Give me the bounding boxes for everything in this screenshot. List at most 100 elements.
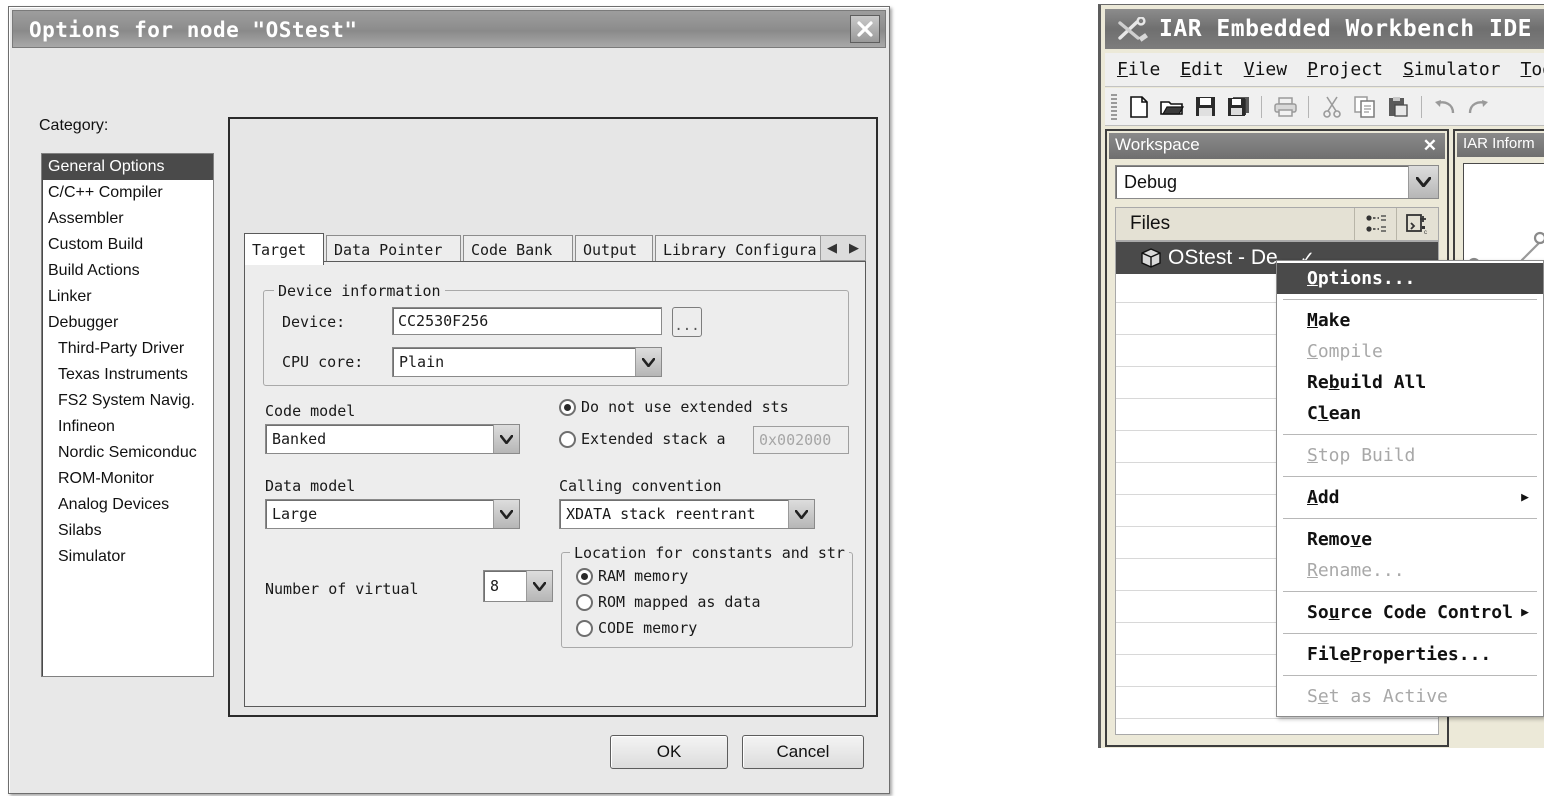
toolbar-separator xyxy=(1261,95,1262,118)
category-item-simulator[interactable]: Simulator xyxy=(42,544,213,570)
tab-code-bank[interactable]: Code Bank xyxy=(463,235,573,263)
build-status-icon[interactable]: c xyxy=(1396,208,1438,240)
workspace-files-header: Files c xyxy=(1115,207,1439,241)
category-item-fs2-system-navigator[interactable]: FS2 System Navig. xyxy=(42,388,213,414)
submenu-arrow-icon: ▶ xyxy=(1521,605,1529,620)
cpu-core-select[interactable]: Plain xyxy=(392,347,662,377)
menu-tools[interactable]: Tool xyxy=(1521,59,1544,80)
radio-rom-mapped-as-data[interactable]: ROM mapped as data xyxy=(576,593,761,611)
code-model-value: Banked xyxy=(272,430,327,448)
tab-label: Target xyxy=(252,240,307,259)
device-information-title: Device information xyxy=(274,282,445,300)
copy-icon xyxy=(1350,92,1380,122)
category-item-label: Simulator xyxy=(58,548,126,565)
category-item-build-actions[interactable]: Build Actions xyxy=(42,258,213,284)
close-icon[interactable] xyxy=(850,15,880,43)
category-item-general-options[interactable]: General Options xyxy=(42,154,213,180)
radio-indicator xyxy=(559,430,576,448)
category-item-nordic-semiconductor[interactable]: Nordic Semiconduc xyxy=(42,440,213,466)
paste-icon xyxy=(1383,92,1413,122)
open-folder-icon[interactable] xyxy=(1157,92,1187,122)
menu-separator xyxy=(1283,633,1537,634)
category-item-third-party-driver[interactable]: Third-Party Driver xyxy=(42,336,213,362)
radio-do-not-use-extended-stack[interactable]: Do not use extended sts xyxy=(559,398,789,416)
ide-menubar: File Edit View Project Simulator Tool xyxy=(1105,53,1544,87)
workspace-config-select[interactable]: Debug xyxy=(1115,165,1439,199)
toolbar-grip[interactable] xyxy=(1111,93,1117,120)
menu-separator xyxy=(1283,518,1537,519)
category-item-assembler[interactable]: Assembler xyxy=(42,206,213,232)
tab-output[interactable]: Output xyxy=(575,235,653,263)
tab-target[interactable]: Target xyxy=(244,233,324,265)
dependency-tree-icon[interactable] xyxy=(1354,208,1396,240)
tab-data-pointer[interactable]: Data Pointer xyxy=(326,235,461,263)
cancel-button[interactable]: Cancel xyxy=(742,735,864,769)
radio-indicator xyxy=(576,567,593,585)
menu-separator xyxy=(1283,299,1537,300)
workspace-config-value: Debug xyxy=(1124,171,1178,192)
device-input[interactable]: CC2530F256 xyxy=(392,307,662,335)
category-item-label: Analog Devices xyxy=(58,496,170,513)
tab-scroll-buttons: ◀ ▶ xyxy=(820,235,866,261)
code-model-label: Code model xyxy=(265,402,356,420)
save-all-icon[interactable] xyxy=(1223,92,1253,122)
category-item-silabs[interactable]: Silabs xyxy=(42,518,213,544)
calling-convention-select[interactable]: XDATA stack reentrant xyxy=(559,499,815,529)
context-menu-item-file-properties[interactable]: File Properties... xyxy=(1277,639,1543,670)
menu-view[interactable]: View xyxy=(1244,59,1287,80)
code-model-select[interactable]: Banked xyxy=(265,424,520,454)
category-item-linker[interactable]: Linker xyxy=(42,284,213,310)
category-item-label: Assembler xyxy=(48,210,124,227)
category-item-analog-devices[interactable]: Analog Devices xyxy=(42,492,213,518)
context-menu-item-options[interactable]: Options... xyxy=(1277,263,1543,294)
radio-ram-memory[interactable]: RAM memory xyxy=(576,567,688,585)
chevron-down-icon xyxy=(788,500,814,528)
save-icon[interactable] xyxy=(1190,92,1220,122)
context-menu-item-rebuild-all[interactable]: Re b uild All xyxy=(1277,367,1543,398)
extended-stack-address-input[interactable]: 0x002000 xyxy=(753,426,849,454)
context-menu-item-clean[interactable]: Cl ean xyxy=(1277,398,1543,429)
close-icon[interactable]: ✕ xyxy=(1423,136,1437,156)
radio-extended-stack-address[interactable]: Extended stack a xyxy=(559,430,726,448)
constants-location-group: Location for constants and str RAM memor… xyxy=(561,544,853,648)
menu-separator xyxy=(1283,476,1537,477)
cpu-core-label: CPU core: xyxy=(282,353,364,371)
category-item-debugger[interactable]: Debugger xyxy=(42,310,213,336)
category-item-label: C/C++ Compiler xyxy=(48,184,163,201)
context-menu-item-make[interactable]: Make xyxy=(1277,305,1543,336)
chevron-left-icon[interactable]: ◀ xyxy=(821,236,843,260)
virtual-registers-label: Number of virtual xyxy=(265,580,419,598)
menu-edit[interactable]: Edit xyxy=(1180,59,1223,80)
data-model-label: Data model xyxy=(265,477,356,495)
category-item-label: ROM-Monitor xyxy=(58,470,155,487)
data-model-select[interactable]: Large xyxy=(265,499,520,529)
virtual-registers-select[interactable]: 8 xyxy=(483,570,553,602)
context-menu-item-source-code-control[interactable]: So u rce Code Control ▶ xyxy=(1277,597,1543,628)
context-menu-item-remove[interactable]: Remo v e xyxy=(1277,524,1543,555)
device-browse-button[interactable]: ... xyxy=(672,307,702,337)
workspace-titlebar: Workspace ✕ xyxy=(1109,133,1445,159)
chevron-right-icon[interactable]: ▶ xyxy=(843,236,865,260)
ide-titlebar: IAR Embedded Workbench IDE xyxy=(1105,9,1544,49)
options-tab-panel: Target Data Pointer Code Bank Output Lib… xyxy=(228,117,878,717)
redo-icon xyxy=(1463,92,1493,122)
info-panel-titlebar: IAR Inform xyxy=(1457,133,1544,157)
constants-location-title: Location for constants and str xyxy=(570,544,849,562)
target-tab-content: Device information Device: CC2530F256 ..… xyxy=(244,261,866,707)
context-menu-item-add[interactable]: Add ▶ xyxy=(1277,482,1543,513)
menu-project[interactable]: Project xyxy=(1307,59,1383,80)
radio-label: RAM memory xyxy=(598,567,689,585)
menu-separator xyxy=(1283,591,1537,592)
tree-row-divider xyxy=(1116,718,1438,719)
category-item-rom-monitor[interactable]: ROM-Monitor xyxy=(42,466,213,492)
menu-simulator[interactable]: Simulator xyxy=(1403,59,1501,80)
category-item-c-compiler[interactable]: C/C++ Compiler xyxy=(42,180,213,206)
radio-code-memory[interactable]: CODE memory xyxy=(576,619,697,637)
menu-file[interactable]: File xyxy=(1117,59,1160,80)
new-file-icon[interactable] xyxy=(1124,92,1154,122)
category-list[interactable]: General Options C/C++ Compiler Assembler… xyxy=(41,153,214,677)
category-item-texas-instruments[interactable]: Texas Instruments xyxy=(42,362,213,388)
ok-button[interactable]: OK xyxy=(610,735,728,769)
category-item-infineon[interactable]: Infineon xyxy=(42,414,213,440)
category-item-custom-build[interactable]: Custom Build xyxy=(42,232,213,258)
